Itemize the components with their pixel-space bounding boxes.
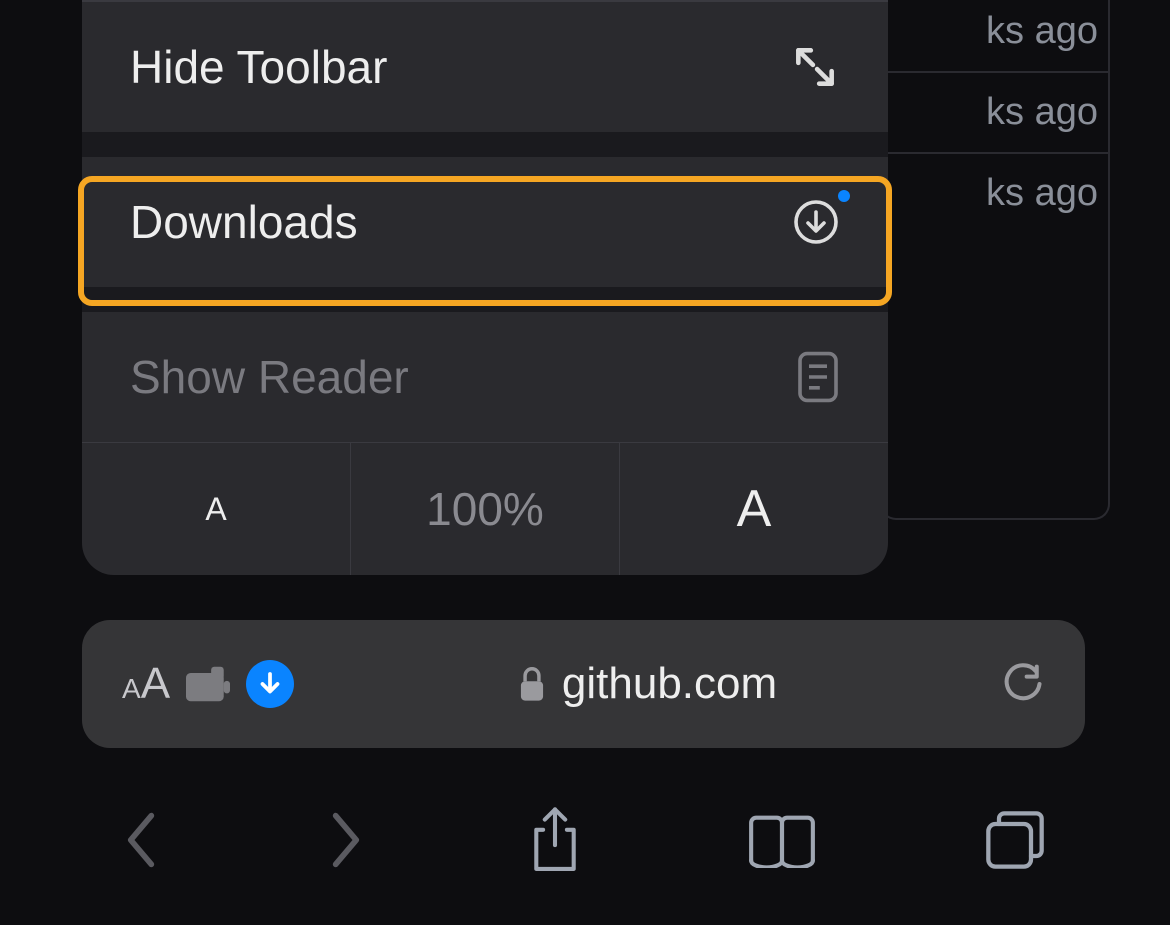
lock-icon [518, 666, 546, 702]
share-button[interactable] [529, 806, 581, 874]
back-button[interactable] [123, 810, 161, 870]
extensions-icon[interactable] [186, 666, 230, 702]
zoom-out-button[interactable]: A [82, 443, 350, 575]
address-bar-left: AA [122, 659, 294, 709]
bottom-toolbar [0, 780, 1170, 900]
address-bar-url[interactable]: github.com [294, 659, 1001, 709]
new-downloads-dot [838, 190, 850, 202]
address-bar-right [1001, 659, 1045, 709]
menu-separator [82, 132, 888, 157]
expand-arrows-icon [790, 42, 840, 92]
address-bar[interactable]: AA github.com [82, 620, 1085, 748]
url-text: github.com [562, 659, 777, 709]
forward-button[interactable] [326, 810, 364, 870]
bookmarks-button[interactable] [746, 812, 818, 868]
zoom-level[interactable]: 100% [350, 443, 619, 575]
bg-row: ks ago [882, 0, 1108, 71]
zoom-in-button[interactable]: A [619, 443, 888, 575]
menu-item-label: Downloads [130, 195, 358, 249]
hide-toolbar-item[interactable]: Hide Toolbar [82, 2, 888, 132]
menu-item-label: Show Reader [130, 350, 409, 404]
menu-item-label: Hide Toolbar [130, 40, 387, 94]
downloads-indicator-icon[interactable] [246, 660, 294, 708]
reload-icon[interactable] [1001, 659, 1045, 709]
background-panel: ks ago ks ago ks ago [880, 0, 1110, 520]
tabs-button[interactable] [983, 808, 1047, 872]
downloads-item[interactable]: Downloads [82, 157, 888, 287]
bg-row: ks ago [882, 71, 1108, 152]
text-size-button[interactable]: AA [122, 659, 170, 709]
download-circle-icon [792, 198, 840, 246]
zoom-row: A 100% A [82, 442, 888, 575]
reader-icon [796, 350, 840, 404]
page-settings-menu: Hide Toolbar Downloads Show Reader [82, 0, 888, 575]
menu-separator [82, 287, 888, 312]
show-reader-item[interactable]: Show Reader [82, 312, 888, 442]
bg-row: ks ago [882, 152, 1108, 233]
